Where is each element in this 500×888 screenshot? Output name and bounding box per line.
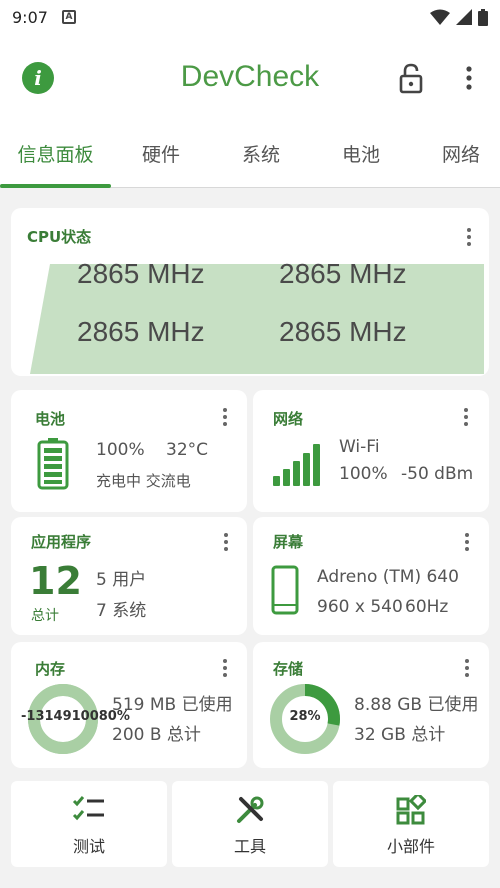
screen-card[interactable]: 屏幕 Adreno (TM) 640 960 x 540 60Hz	[253, 517, 489, 635]
tab-battery[interactable]: 电池	[311, 124, 411, 188]
screen-gpu: Adreno (TM) 640	[317, 567, 459, 587]
tab-hardware[interactable]: 硬件	[111, 124, 211, 188]
storage-more-icon[interactable]	[464, 659, 470, 679]
memory-total: 200 B 总计	[112, 725, 201, 745]
app-bar: i DevCheck	[0, 34, 500, 124]
notification-icon: A	[61, 10, 76, 24]
status-time: 9:07	[12, 7, 48, 27]
tab-system[interactable]: 系统	[211, 124, 311, 188]
status-bar: 9:07 A	[0, 0, 500, 34]
cpu-core-0-freq: 2865 MHz	[77, 258, 205, 289]
battery-card-title: 电池	[35, 410, 66, 428]
network-card[interactable]: 网络 Wi-Fi 100% -50 dBm	[253, 390, 489, 512]
phone-icon	[271, 565, 299, 615]
network-type: Wi-Fi	[339, 437, 380, 457]
memory-card-title: 内存	[35, 660, 66, 678]
cpu-card-title: CPU状态	[27, 228, 92, 246]
storage-used: 8.88 GB 已使用	[354, 695, 479, 715]
apps-more-icon[interactable]	[223, 533, 229, 553]
memory-card[interactable]: 内存 -1314910080% 519 MB 已使用 200 B 总计	[11, 642, 247, 768]
cpu-core-3-freq: 2865 MHz	[279, 316, 407, 347]
tab-network[interactable]: 网络	[411, 124, 500, 188]
cpu-core-2-freq: 2865 MHz	[77, 316, 205, 347]
apps-total-count: 12	[29, 559, 82, 603]
apps-system-count: 7 系统	[96, 601, 147, 621]
storage-percent: 28%	[289, 709, 321, 724]
screen-card-title: 屏幕	[273, 533, 304, 551]
wifi-icon	[430, 9, 450, 25]
tools-button[interactable]: 工具	[172, 781, 328, 867]
widgets-icon	[396, 795, 426, 825]
battery-level: 100%	[96, 440, 145, 460]
tests-label: 测试	[72, 837, 105, 856]
checklist-icon	[72, 796, 104, 821]
tab-bar: 信息面板 硬件 系统 电池 网络	[0, 124, 500, 188]
cell-signal-icon	[456, 9, 472, 25]
storage-total: 32 GB 总计	[354, 725, 446, 745]
storage-card[interactable]: 存储 28% 8.88 GB 已使用 32 GB 总计	[253, 642, 489, 768]
more-options-icon[interactable]	[460, 64, 478, 94]
network-card-title: 网络	[273, 410, 304, 428]
battery-card[interactable]: 电池 100% 32°C 充电中 交流电	[11, 390, 247, 512]
screen-refresh-rate: 60Hz	[405, 597, 449, 617]
tests-button[interactable]: 测试	[11, 781, 167, 867]
lock-icon[interactable]	[396, 62, 426, 94]
status-icons	[430, 8, 488, 26]
tab-dashboard[interactable]: 信息面板	[0, 124, 111, 188]
battery-level-icon	[37, 438, 69, 490]
battery-icon	[478, 8, 488, 26]
tools-label: 工具	[233, 837, 266, 856]
apps-user-count: 5 用户	[96, 570, 147, 590]
apps-card[interactable]: 应用程序 12 总计 5 用户 7 系统	[11, 517, 247, 635]
apps-total-label: 总计	[31, 608, 59, 624]
screen-more-icon[interactable]	[464, 533, 470, 553]
memory-more-icon[interactable]	[222, 659, 228, 679]
network-strength: 100%	[339, 464, 388, 484]
cpu-more-icon[interactable]	[466, 228, 472, 248]
cpu-core-1-freq: 2865 MHz	[279, 258, 407, 289]
storage-card-title: 存储	[273, 660, 304, 678]
wifi-signal-bars-icon	[273, 444, 320, 486]
memory-used: 519 MB 已使用	[112, 695, 233, 715]
battery-temperature: 32°C	[166, 440, 209, 460]
network-more-icon[interactable]	[463, 408, 469, 428]
widgets-button[interactable]: 小部件	[333, 781, 489, 867]
tab-indicator	[0, 184, 111, 188]
tools-icon	[237, 796, 264, 823]
apps-card-title: 应用程序	[31, 533, 92, 551]
screen-resolution: 960 x 540	[317, 597, 403, 617]
network-signal-dbm: -50 dBm	[401, 464, 474, 484]
widgets-label: 小部件	[386, 837, 435, 856]
battery-more-icon[interactable]	[222, 408, 228, 428]
battery-charging-status: 充电中 交流电	[96, 472, 191, 490]
